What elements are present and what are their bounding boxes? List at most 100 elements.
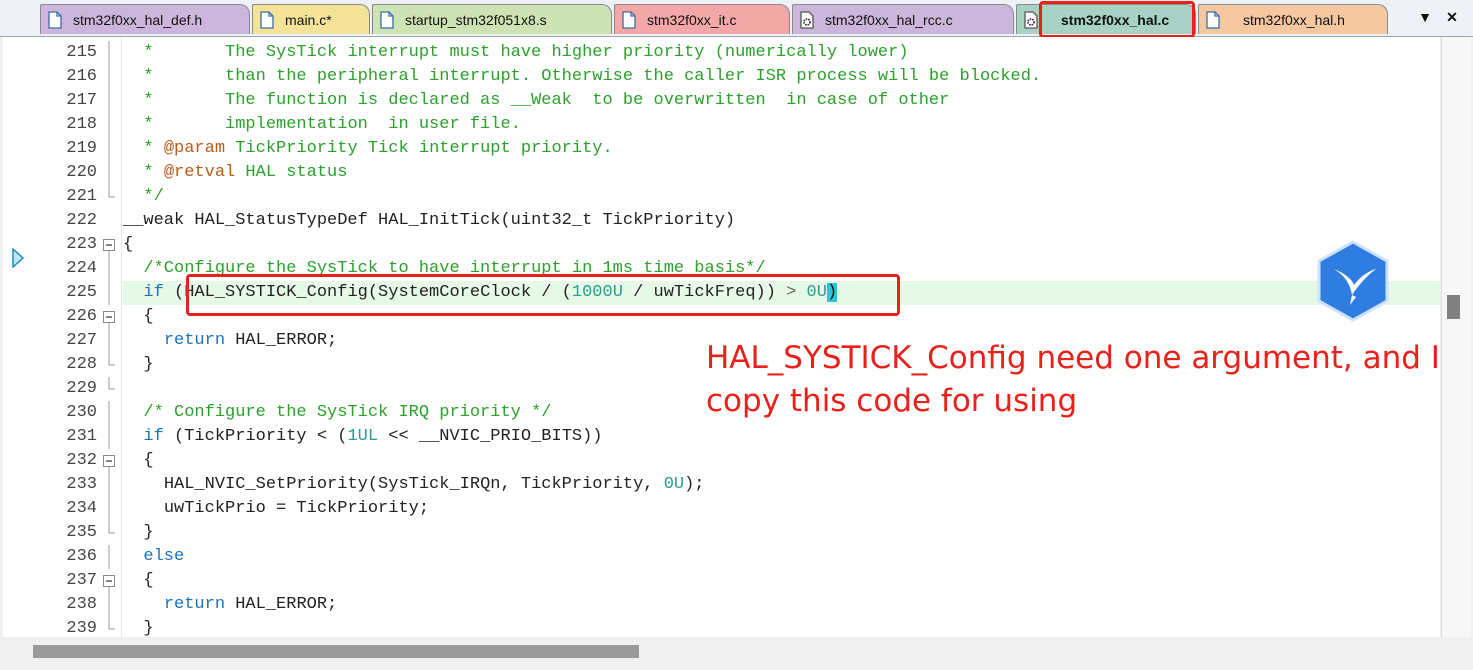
code-line[interactable]: 233 HAL_NVIC_SetPriority(SysTick_IRQn, T… <box>3 473 1440 497</box>
code-token: ( <box>174 283 185 302</box>
code-text: * than the peripheral interrupt. Otherwi… <box>123 65 1041 89</box>
code-line[interactable]: 231 if (TickPriority < (1UL << __NVIC_PR… <box>3 425 1440 449</box>
fold-guide <box>108 41 110 65</box>
file-icon <box>621 10 637 29</box>
fold-toggle-icon[interactable] <box>103 449 115 473</box>
horizontal-scrollbar[interactable] <box>3 638 1440 666</box>
code-line[interactable]: 215 * The SysTick interrupt must have hi… <box>3 41 1440 65</box>
code-token: @retval <box>163 163 236 182</box>
code-token: if <box>143 283 164 302</box>
code-line[interactable]: 217 * The function is declared as __Weak… <box>3 89 1440 113</box>
line-number: 218 <box>66 115 97 134</box>
line-number: 235 <box>66 523 97 542</box>
code-token: __weak HAL_StatusTypeDef HAL_InitTick(ui… <box>123 211 736 230</box>
line-number: 236 <box>66 547 97 566</box>
tab-label: stm32f0xx_hal.h <box>1243 11 1345 28</box>
line-number: 225 <box>66 283 97 302</box>
fold-guide <box>108 113 110 137</box>
code-token: * <box>143 163 164 182</box>
code-token: uwTickPrio = TickPriority; <box>163 499 430 518</box>
code-text: { <box>123 569 153 593</box>
code-line[interactable]: 222 __weak HAL_StatusTypeDef HAL_InitTick… <box>3 209 1440 233</box>
fold-guide <box>108 473 110 497</box>
tab-stm32f0xx-hal-h[interactable]: stm32f0xx_hal.h <box>1198 4 1388 34</box>
line-number: 216 <box>66 67 97 86</box>
line-number: 223 <box>66 235 97 254</box>
code-line[interactable]: 220 * @retval HAL status <box>3 161 1440 185</box>
code-token: } <box>143 619 154 637</box>
code-token: 0U <box>806 283 827 302</box>
code-token: else <box>143 547 185 566</box>
current-line-arrow-icon <box>12 248 24 268</box>
code-line[interactable]: 221 */ <box>3 185 1440 209</box>
code-token: ); <box>684 475 705 494</box>
fold-toggle-icon[interactable] <box>103 305 115 329</box>
tab-stm32f0xx-hal-def-h[interactable]: stm32f0xx_hal_def.h <box>40 4 250 34</box>
vertical-scroll-thumb[interactable] <box>1447 295 1460 319</box>
tab-stm32f0xx-hal-c[interactable]: stm32f0xx_hal.c <box>1016 4 1196 34</box>
code-text: if (TickPriority < (1UL << __NVIC_PRIO_B… <box>123 425 603 449</box>
code-line[interactable]: 226 { <box>3 305 1440 329</box>
close-tab-button[interactable]: ✕ <box>1443 8 1461 26</box>
code-line[interactable]: 218 * implementation in user file. <box>3 113 1440 137</box>
fold-guide <box>108 401 110 425</box>
tab-main-c[interactable]: main.c* <box>252 4 370 34</box>
code-token: { <box>123 235 134 254</box>
code-text: return HAL_ERROR; <box>123 593 337 617</box>
code-line[interactable]: 219 * @param TickPriority Tick interrupt… <box>3 137 1440 161</box>
fold-guide <box>108 161 110 185</box>
tab-list-dropdown-button[interactable]: ▼ <box>1416 8 1434 26</box>
line-number: 224 <box>66 259 97 278</box>
code-text: { <box>123 449 154 473</box>
fold-guide <box>108 281 110 305</box>
line-number: 231 <box>66 427 97 446</box>
tab-startup-stm32f051x8-s[interactable]: startup_stm32f051x8.s <box>372 4 612 34</box>
tab-label: startup_stm32f051x8.s <box>405 11 547 28</box>
tab-stm32f0xx-hal-rcc-c[interactable]: stm32f0xx_hal_rcc.c <box>792 4 1014 34</box>
fold-toggle-icon[interactable] <box>103 233 115 257</box>
code-text: * The SysTick interrupt must have higher… <box>123 41 908 65</box>
fold-guide <box>103 209 115 233</box>
code-line[interactable]: 234 uwTickPrio = TickPriority; <box>3 497 1440 521</box>
code-line[interactable]: 237 { <box>3 569 1440 593</box>
code-token: { <box>143 451 154 470</box>
line-number: 229 <box>66 379 97 398</box>
code-line[interactable]: 216 * than the peripheral interrupt. Oth… <box>3 65 1440 89</box>
bird-logo-icon <box>1317 240 1389 322</box>
code-line[interactable]: 235 } <box>3 521 1440 545</box>
code-text: } <box>123 617 154 637</box>
line-number: 230 <box>66 403 97 422</box>
tab-stm32f0xx-it-c[interactable]: stm32f0xx_it.c <box>614 4 790 34</box>
code-text: /*Configure the SysTick to have interrup… <box>123 257 765 281</box>
code-token: HAL_SYSTICK_Config(SystemCoreClock / ( <box>184 283 572 302</box>
line-number: 222 <box>66 211 97 230</box>
code-token: } <box>143 523 154 542</box>
line-number: 227 <box>66 331 97 350</box>
code-line[interactable]: 225 if (HAL_SYSTICK_Config(SystemCoreClo… <box>3 281 1440 305</box>
code-token: } <box>143 355 154 374</box>
code-token: / uwTickFreq)) <box>622 283 787 302</box>
line-number: 215 <box>66 43 97 62</box>
tab-label: main.c* <box>285 11 332 28</box>
code-line[interactable]: 238 return HAL_ERROR; <box>3 593 1440 617</box>
code-text: __weak HAL_StatusTypeDef HAL_InitTick(ui… <box>123 209 735 233</box>
horizontal-scroll-thumb[interactable] <box>33 645 639 658</box>
code-token: /* Configure the SysTick IRQ priority */ <box>143 403 552 422</box>
code-text: { <box>123 305 153 329</box>
code-text: /* Configure the SysTick IRQ priority */ <box>123 401 551 425</box>
code-text: uwTickPrio = TickPriority; <box>123 497 429 521</box>
code-text: } <box>123 521 154 545</box>
code-text: * implementation in user file. <box>123 113 520 137</box>
fold-toggle-icon[interactable] <box>103 569 115 593</box>
code-line[interactable]: 236 else <box>3 545 1440 569</box>
code-line[interactable]: 239 } <box>3 617 1440 637</box>
code-token: << __NVIC_PRIO_BITS)) <box>378 427 603 446</box>
code-line[interactable]: 223 { <box>3 233 1440 257</box>
code-text: * The function is declared as __Weak to … <box>123 89 949 113</box>
code-line[interactable]: 224 /*Configure the SysTick to have inte… <box>3 257 1440 281</box>
code-line[interactable]: 232 { <box>3 449 1440 473</box>
fold-guide <box>108 353 115 366</box>
code-token: return <box>163 595 226 614</box>
code-token: HAL_ERROR; <box>225 331 338 350</box>
